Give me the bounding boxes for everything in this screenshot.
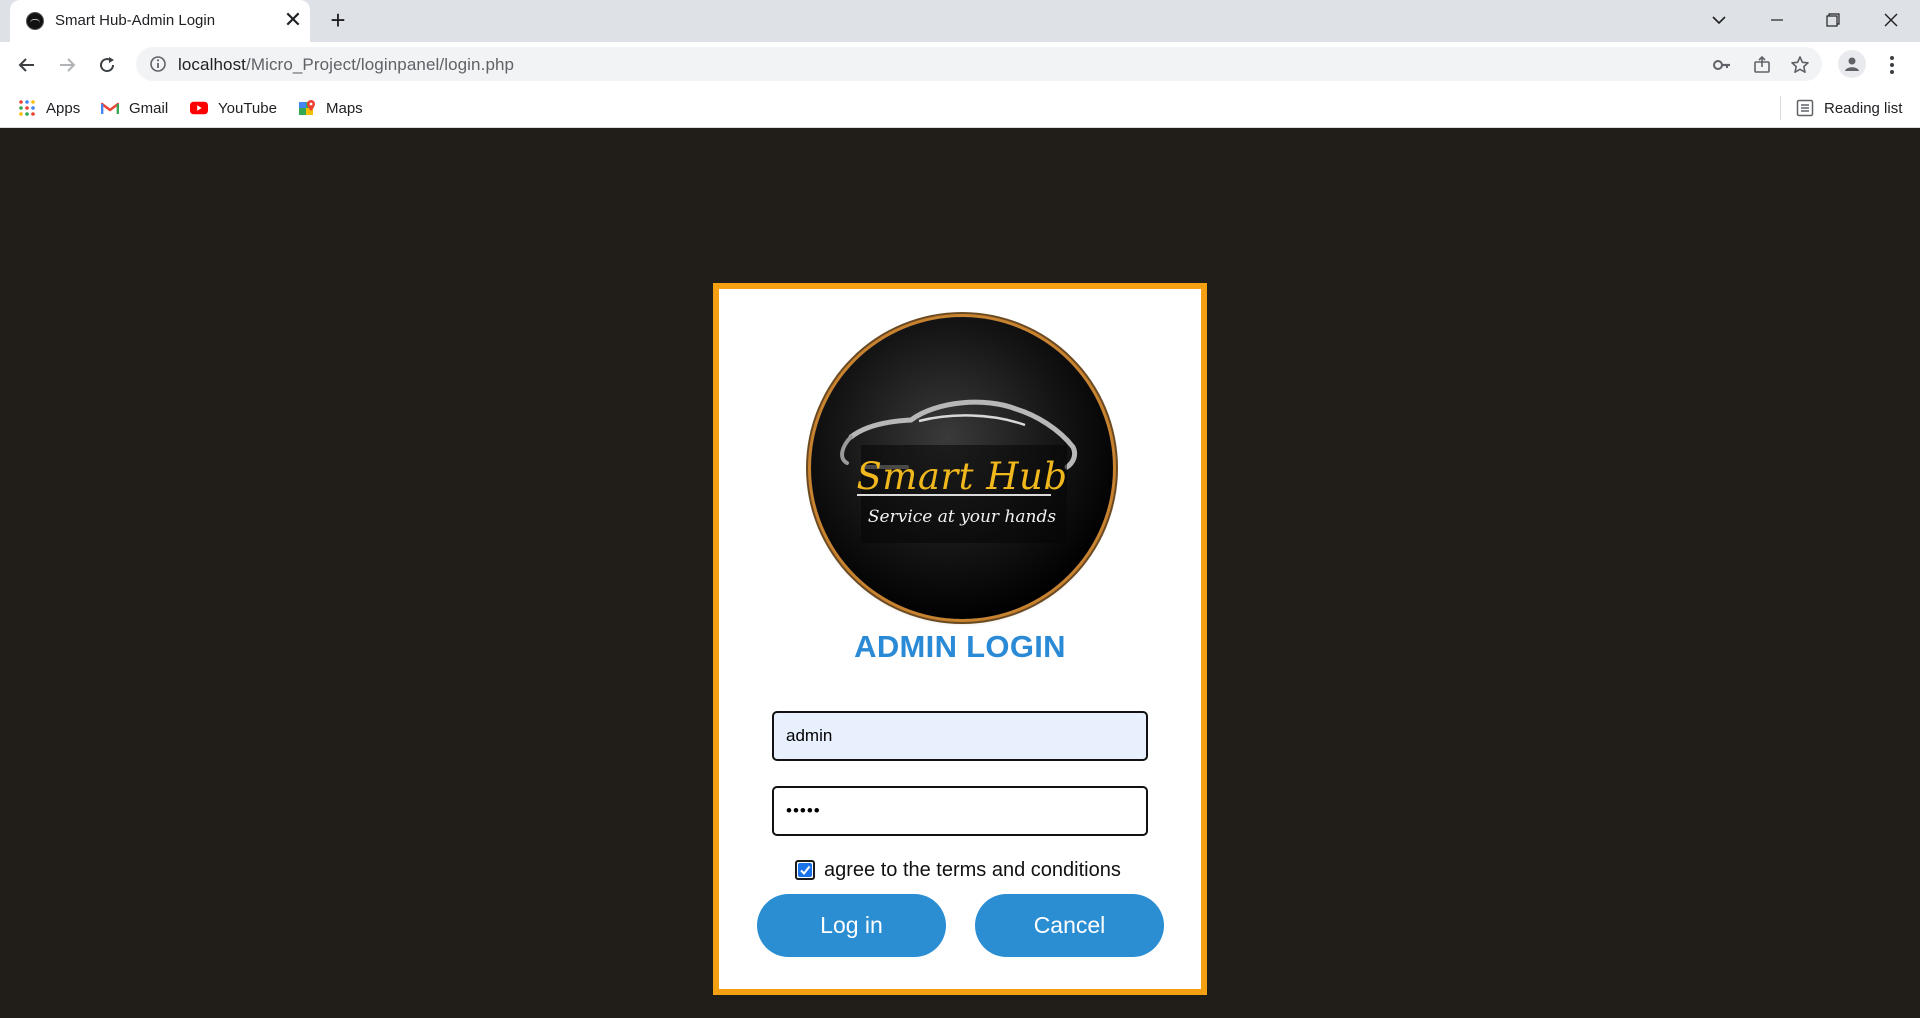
bookmark-maps[interactable]: Maps [298,96,363,120]
username-field[interactable] [772,711,1148,761]
terms-checkbox[interactable] [795,860,815,880]
login-card: Smart Hub Service at your hands ADMIN LO… [713,283,1207,995]
minimize-icon[interactable] [1754,4,1800,36]
checkmark-icon [798,863,812,877]
profile-avatar-icon[interactable] [1838,50,1866,78]
close-window-icon[interactable] [1868,4,1914,36]
address-bar[interactable]: localhost/Micro_Project/loginpanel/login… [136,47,1822,81]
url-path: /Micro_Project/loginpanel/login.php [246,55,515,74]
bookmark-gmail[interactable]: Gmail [101,96,168,120]
reading-list-label: Reading list [1824,99,1903,117]
smart-hub-logo: Smart Hub Service at your hands [811,317,1113,619]
reload-icon[interactable] [92,50,122,80]
tab-search-icon[interactable] [1696,4,1742,36]
browser-menu-icon[interactable] [1882,50,1902,80]
bookmark-youtube[interactable]: YouTube [190,96,277,120]
site-favicon-icon [26,12,44,30]
cancel-button[interactable]: Cancel [975,894,1164,957]
terms-agreement[interactable]: agree to the terms and conditions [795,857,1121,883]
bookmarks-divider [1780,96,1781,120]
tab-close-icon[interactable]: ✕ [280,8,306,34]
share-icon[interactable] [1750,53,1774,77]
youtube-icon [190,99,208,117]
browser-toolbar: localhost/Micro_Project/loginpanel/login… [0,42,1920,88]
terms-label: agree to the terms and conditions [824,858,1121,881]
tab-strip: Smart Hub-Admin Login ✕ + [0,0,1920,42]
bookmarks-bar: Apps Gmail YouTube Maps Reading list [0,88,1920,128]
bookmark-star-icon[interactable] [1788,53,1812,77]
page-title: ADMIN LOGIN [854,629,1066,664]
reading-list-icon [1796,99,1814,117]
maps-icon [298,99,316,117]
logo-title: Smart Hub [856,455,1068,498]
bookmark-label: YouTube [218,99,277,117]
new-tab-button[interactable]: + [324,7,352,35]
tab-title: Smart Hub-Admin Login [55,12,216,29]
bookmark-apps[interactable]: Apps [18,96,80,120]
password-field[interactable] [772,786,1148,836]
browser-tab-active[interactable]: Smart Hub-Admin Login ✕ [10,0,310,42]
gmail-icon [101,99,119,117]
logo-tagline: Service at your hands [867,507,1057,527]
reading-list-button[interactable]: Reading list [1796,96,1902,120]
url-text: localhost/Micro_Project/loginpanel/login… [178,55,514,75]
restore-icon[interactable] [1810,4,1856,36]
apps-grid-icon [18,99,36,117]
back-icon[interactable] [12,50,42,80]
site-info-icon[interactable] [146,52,170,76]
url-host: localhost [178,55,246,74]
bookmark-label: Apps [46,99,81,117]
login-button[interactable]: Log in [757,894,946,957]
key-icon[interactable] [1710,53,1734,77]
bookmark-label: Maps [326,99,363,117]
bookmark-label: Gmail [129,99,169,117]
forward-icon[interactable] [52,50,82,80]
page-content: Smart Hub Service at your hands ADMIN LO… [0,128,1920,1018]
